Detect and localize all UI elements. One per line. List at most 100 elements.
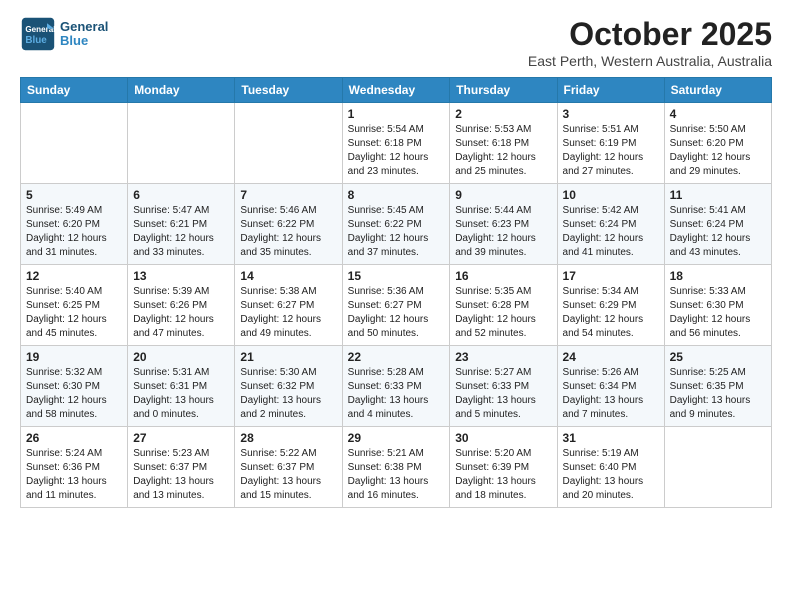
day-number: 21 bbox=[240, 350, 336, 364]
day-info: Sunrise: 5:28 AM Sunset: 6:33 PM Dayligh… bbox=[348, 366, 445, 422]
day-number: 9 bbox=[455, 188, 551, 202]
location-title: East Perth, Western Australia, Australia bbox=[528, 53, 772, 69]
day-info: Sunrise: 5:22 AM Sunset: 6:37 PM Dayligh… bbox=[240, 447, 336, 503]
calendar-week-row: 12 Sunrise: 5:40 AM Sunset: 6:25 PM Dayli… bbox=[21, 265, 772, 346]
logo-general-text: General bbox=[60, 20, 108, 34]
day-number: 8 bbox=[348, 188, 445, 202]
calendar-day-cell: 24 Sunrise: 5:26 AM Sunset: 6:34 PM Dayli… bbox=[557, 346, 664, 427]
calendar-day-cell: 19 Sunrise: 5:32 AM Sunset: 6:30 PM Dayli… bbox=[21, 346, 128, 427]
calendar-day-cell: 16 Sunrise: 5:35 AM Sunset: 6:28 PM Dayli… bbox=[450, 265, 557, 346]
day-info: Sunrise: 5:20 AM Sunset: 6:39 PM Dayligh… bbox=[455, 447, 551, 503]
calendar-day-cell: 15Sunrise: 5:36 AM Sunset: 6:27 PM Dayli… bbox=[342, 265, 450, 346]
day-info: Sunrise: 5:39 AM Sunset: 6:26 PM Dayligh… bbox=[133, 285, 229, 341]
calendar-day-cell: 1Sunrise: 5:54 AM Sunset: 6:18 PM Daylig… bbox=[342, 103, 450, 184]
day-number: 18 bbox=[670, 269, 766, 283]
calendar-day-cell: 20 Sunrise: 5:31 AM Sunset: 6:31 PM Dayli… bbox=[128, 346, 235, 427]
day-number: 26 bbox=[26, 431, 122, 445]
day-number: 2 bbox=[455, 107, 551, 121]
day-info: Sunrise: 5:34 AM Sunset: 6:29 PM Dayligh… bbox=[563, 285, 659, 341]
day-info: Sunrise: 5:27 AM Sunset: 6:33 PM Dayligh… bbox=[455, 366, 551, 422]
calendar-week-row: 1Sunrise: 5:54 AM Sunset: 6:18 PM Daylig… bbox=[21, 103, 772, 184]
calendar-week-row: 5Sunrise: 5:49 AM Sunset: 6:20 PM Daylig… bbox=[21, 184, 772, 265]
day-number: 19 bbox=[26, 350, 122, 364]
day-info: Sunrise: 5:25 AM Sunset: 6:35 PM Dayligh… bbox=[670, 366, 766, 422]
day-info: Sunrise: 5:32 AM Sunset: 6:30 PM Dayligh… bbox=[26, 366, 122, 422]
day-info: Sunrise: 5:26 AM Sunset: 6:34 PM Dayligh… bbox=[563, 366, 659, 422]
day-info: Sunrise: 5:31 AM Sunset: 6:31 PM Dayligh… bbox=[133, 366, 229, 422]
day-info: Sunrise: 5:44 AM Sunset: 6:23 PM Dayligh… bbox=[455, 204, 551, 260]
calendar-day-cell: 31Sunrise: 5:19 AM Sunset: 6:40 PM Dayli… bbox=[557, 427, 664, 508]
calendar-day-cell bbox=[128, 103, 235, 184]
calendar-day-cell: 26 Sunrise: 5:24 AM Sunset: 6:36 PM Dayli… bbox=[21, 427, 128, 508]
calendar-day-cell bbox=[235, 103, 342, 184]
day-number: 27 bbox=[133, 431, 229, 445]
calendar-day-cell: 28 Sunrise: 5:22 AM Sunset: 6:37 PM Dayli… bbox=[235, 427, 342, 508]
calendar-day-cell bbox=[664, 427, 771, 508]
day-number: 17 bbox=[563, 269, 659, 283]
day-number: 22 bbox=[348, 350, 445, 364]
calendar-day-cell: 8 Sunrise: 5:45 AM Sunset: 6:22 PM Daylig… bbox=[342, 184, 450, 265]
day-number: 12 bbox=[26, 269, 122, 283]
day-info: Sunrise: 5:40 AM Sunset: 6:25 PM Dayligh… bbox=[26, 285, 122, 341]
weekday-header-row: SundayMondayTuesdayWednesdayThursdayFrid… bbox=[21, 78, 772, 103]
day-number: 6 bbox=[133, 188, 229, 202]
calendar-day-cell: 7Sunrise: 5:46 AM Sunset: 6:22 PM Daylig… bbox=[235, 184, 342, 265]
day-number: 28 bbox=[240, 431, 336, 445]
day-number: 24 bbox=[563, 350, 659, 364]
day-number: 14 bbox=[240, 269, 336, 283]
calendar-body: 1Sunrise: 5:54 AM Sunset: 6:18 PM Daylig… bbox=[21, 103, 772, 508]
day-info: Sunrise: 5:47 AM Sunset: 6:21 PM Dayligh… bbox=[133, 204, 229, 260]
day-number: 4 bbox=[670, 107, 766, 121]
calendar-day-cell: 17 Sunrise: 5:34 AM Sunset: 6:29 PM Dayli… bbox=[557, 265, 664, 346]
weekday-header-cell: Tuesday bbox=[235, 78, 342, 103]
calendar-day-cell: 13 Sunrise: 5:39 AM Sunset: 6:26 PM Dayli… bbox=[128, 265, 235, 346]
weekday-header-cell: Thursday bbox=[450, 78, 557, 103]
day-info: Sunrise: 5:35 AM Sunset: 6:28 PM Dayligh… bbox=[455, 285, 551, 341]
day-info: Sunrise: 5:45 AM Sunset: 6:22 PM Dayligh… bbox=[348, 204, 445, 260]
calendar-day-cell: 21 Sunrise: 5:30 AM Sunset: 6:32 PM Dayli… bbox=[235, 346, 342, 427]
day-number: 1 bbox=[348, 107, 445, 121]
day-number: 25 bbox=[670, 350, 766, 364]
day-info: Sunrise: 5:38 AM Sunset: 6:27 PM Dayligh… bbox=[240, 285, 336, 341]
day-number: 11 bbox=[670, 188, 766, 202]
month-title: October 2025 bbox=[528, 16, 772, 53]
day-number: 20 bbox=[133, 350, 229, 364]
day-info: Sunrise: 5:23 AM Sunset: 6:37 PM Dayligh… bbox=[133, 447, 229, 503]
calendar-week-row: 26 Sunrise: 5:24 AM Sunset: 6:36 PM Dayli… bbox=[21, 427, 772, 508]
calendar-day-cell: 6 Sunrise: 5:47 AM Sunset: 6:21 PM Daylig… bbox=[128, 184, 235, 265]
weekday-header-cell: Monday bbox=[128, 78, 235, 103]
day-number: 31 bbox=[563, 431, 659, 445]
weekday-header-cell: Sunday bbox=[21, 78, 128, 103]
day-number: 10 bbox=[563, 188, 659, 202]
calendar-day-cell: 5Sunrise: 5:49 AM Sunset: 6:20 PM Daylig… bbox=[21, 184, 128, 265]
calendar-day-cell: 18 Sunrise: 5:33 AM Sunset: 6:30 PM Dayli… bbox=[664, 265, 771, 346]
page-header: General Blue General Blue October 2025 E… bbox=[20, 16, 772, 69]
calendar-day-cell: 2 Sunrise: 5:53 AM Sunset: 6:18 PM Daylig… bbox=[450, 103, 557, 184]
calendar-day-cell: 14 Sunrise: 5:38 AM Sunset: 6:27 PM Dayli… bbox=[235, 265, 342, 346]
day-info: Sunrise: 5:53 AM Sunset: 6:18 PM Dayligh… bbox=[455, 123, 551, 179]
calendar-day-cell: 3Sunrise: 5:51 AM Sunset: 6:19 PM Daylig… bbox=[557, 103, 664, 184]
calendar-day-cell: 9 Sunrise: 5:44 AM Sunset: 6:23 PM Daylig… bbox=[450, 184, 557, 265]
title-block: October 2025 East Perth, Western Austral… bbox=[528, 16, 772, 69]
day-info: Sunrise: 5:50 AM Sunset: 6:20 PM Dayligh… bbox=[670, 123, 766, 179]
day-number: 16 bbox=[455, 269, 551, 283]
weekday-header-cell: Friday bbox=[557, 78, 664, 103]
calendar-day-cell: 11 Sunrise: 5:41 AM Sunset: 6:24 PM Dayli… bbox=[664, 184, 771, 265]
day-info: Sunrise: 5:24 AM Sunset: 6:36 PM Dayligh… bbox=[26, 447, 122, 503]
day-info: Sunrise: 5:42 AM Sunset: 6:24 PM Dayligh… bbox=[563, 204, 659, 260]
day-info: Sunrise: 5:30 AM Sunset: 6:32 PM Dayligh… bbox=[240, 366, 336, 422]
day-info: Sunrise: 5:33 AM Sunset: 6:30 PM Dayligh… bbox=[670, 285, 766, 341]
day-number: 5 bbox=[26, 188, 122, 202]
calendar-day-cell: 29Sunrise: 5:21 AM Sunset: 6:38 PM Dayli… bbox=[342, 427, 450, 508]
calendar-day-cell: 23 Sunrise: 5:27 AM Sunset: 6:33 PM Dayli… bbox=[450, 346, 557, 427]
calendar-day-cell: 10 Sunrise: 5:42 AM Sunset: 6:24 PM Dayli… bbox=[557, 184, 664, 265]
logo: General Blue General Blue bbox=[20, 16, 108, 52]
day-number: 23 bbox=[455, 350, 551, 364]
calendar-day-cell: 12 Sunrise: 5:40 AM Sunset: 6:25 PM Dayli… bbox=[21, 265, 128, 346]
day-info: Sunrise: 5:41 AM Sunset: 6:24 PM Dayligh… bbox=[670, 204, 766, 260]
day-info: Sunrise: 5:21 AM Sunset: 6:38 PM Dayligh… bbox=[348, 447, 445, 503]
day-number: 13 bbox=[133, 269, 229, 283]
day-info: Sunrise: 5:46 AM Sunset: 6:22 PM Dayligh… bbox=[240, 204, 336, 260]
calendar-day-cell: 22 Sunrise: 5:28 AM Sunset: 6:33 PM Dayli… bbox=[342, 346, 450, 427]
weekday-header-cell: Saturday bbox=[664, 78, 771, 103]
